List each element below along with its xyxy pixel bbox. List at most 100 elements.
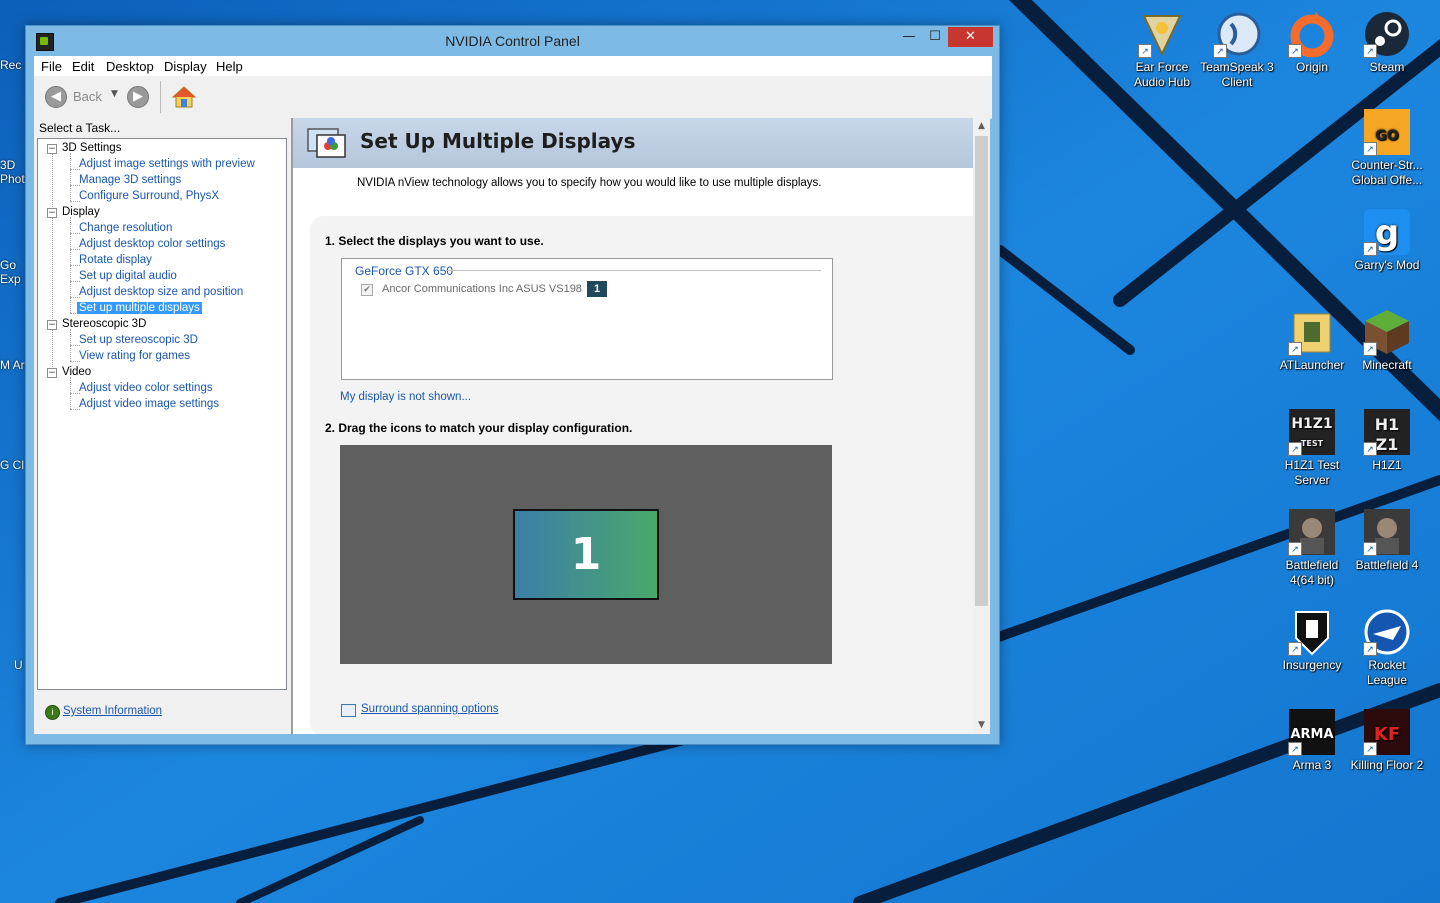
tree-category-display[interactable]: Display	[62, 206, 100, 218]
desktop-icon-gmod[interactable]: g ↗ Garry's Mod	[1350, 208, 1424, 273]
desktop-icon-label: Battlefield 4(64 bit)	[1285, 558, 1339, 587]
display-checkbox[interactable]: ✔	[361, 284, 373, 296]
collapse-icon[interactable]: −	[47, 144, 57, 154]
close-button[interactable]: ✕	[948, 27, 993, 47]
tree-item-video-color[interactable]: Adjust video color settings	[79, 382, 213, 394]
title-bar[interactable]: NVIDIA Control Panel — ☐ ✕	[26, 26, 999, 56]
task-pane: Select a Task... − 3D Settings Adjust im…	[34, 118, 291, 734]
window-title: NVIDIA Control Panel	[445, 33, 580, 49]
desktop-icon-killing-floor[interactable]: KF ↗ Killing Floor 2	[1350, 708, 1424, 773]
rocket-league-icon: ↗	[1363, 608, 1411, 656]
nvidia-info-icon: i	[45, 705, 60, 720]
killing-floor-2-icon: KF ↗	[1363, 708, 1411, 756]
tree-item-view-rating[interactable]: View rating for games	[79, 350, 190, 362]
tree-item-adjust-desktop-color[interactable]: Adjust desktop color settings	[79, 238, 225, 250]
collapse-icon[interactable]: −	[47, 368, 57, 378]
vertical-scrollbar[interactable]: ▲ ▼	[973, 118, 990, 734]
svg-text:KF: KF	[1374, 724, 1400, 745]
gpu-name: GeForce GTX 650	[355, 264, 454, 278]
menu-file[interactable]: File	[41, 59, 62, 74]
menu-desktop[interactable]: Desktop	[106, 59, 154, 74]
edge-label: G Cl	[0, 458, 24, 472]
scroll-down-arrow-icon[interactable]: ▼	[973, 717, 990, 734]
desktop-icon-bf4[interactable]: ↗ Battlefield 4	[1350, 508, 1424, 573]
back-history-dropdown-icon[interactable]: ▼	[111, 89, 118, 99]
arma-3-icon: ARMA ↗	[1288, 708, 1336, 756]
desktop-icon-insurgency[interactable]: ↗ Insurgency	[1275, 608, 1349, 673]
home-icon[interactable]	[171, 84, 197, 110]
garrys-mod-icon: g ↗	[1363, 208, 1411, 256]
system-information-link[interactable]: System Information	[63, 705, 162, 717]
desktop-icon-label: Ear Force Audio Hub	[1133, 60, 1191, 89]
h1z1-icon: H1 Z1 ↗	[1363, 408, 1411, 456]
page-title: Set Up Multiple Displays	[360, 129, 636, 153]
tree-category-3d-settings[interactable]: 3D Settings	[62, 142, 121, 154]
tree-category-stereoscopic-3d[interactable]: Stereoscopic 3D	[62, 318, 146, 330]
menu-edit[interactable]: Edit	[72, 59, 94, 74]
tree-item-change-resolution[interactable]: Change resolution	[79, 222, 172, 234]
desktop-icon-label: Counter-Str... Global Offe...	[1351, 158, 1423, 187]
edge-label: U	[14, 658, 23, 672]
desktop-icon-teamspeak[interactable]: ↗ TeamSpeak 3 Client	[1200, 10, 1274, 90]
nvidia-control-panel-window: NVIDIA Control Panel — ☐ ✕ File Edit Des…	[25, 25, 1000, 745]
desktop-icon-ear-force[interactable]: ↗ Ear Force Audio Hub	[1125, 10, 1199, 90]
desktop-icon-label: H1Z1	[1372, 458, 1402, 472]
steam-icon: ↗	[1363, 10, 1411, 58]
insurgency-icon: ↗	[1288, 608, 1336, 656]
tree-item-adjust-image-settings[interactable]: Adjust image settings with preview	[79, 158, 255, 170]
desktop-icon-rocket-league[interactable]: ↗ Rocket League	[1350, 608, 1424, 688]
desktop-icon-steam[interactable]: ↗ Steam	[1350, 10, 1424, 75]
display-arrangement-area[interactable]: 1	[340, 445, 832, 664]
desktop-icon-csgo[interactable]: GO ↗ Counter-Str... Global Offe...	[1350, 108, 1424, 188]
desktop-icon-bf4-64[interactable]: ↗ Battlefield 4(64 bit)	[1275, 508, 1349, 588]
desktop-icon-label: Origin	[1295, 60, 1328, 74]
desktop-icon-label: H1Z1 Test Server	[1284, 458, 1340, 487]
display-name[interactable]: Ancor Communications Inc ASUS VS198	[382, 283, 582, 295]
ear-force-icon: ↗	[1138, 10, 1186, 58]
collapse-icon[interactable]: −	[47, 208, 57, 218]
back-button-label[interactable]: Back	[73, 89, 102, 104]
desktop-icon-label: Killing Floor 2	[1350, 758, 1424, 772]
desktop-icon-minecraft[interactable]: ↗ Minecraft	[1350, 308, 1424, 373]
scroll-up-arrow-icon[interactable]: ▲	[973, 118, 990, 135]
desktop-icon-h1z1[interactable]: H1 Z1 ↗ H1Z1	[1350, 408, 1424, 473]
menu-help[interactable]: Help	[216, 59, 243, 74]
battlefield-4-64-icon: ↗	[1288, 508, 1336, 556]
desktop-icon-arma3[interactable]: ARMA ↗ Arma 3	[1275, 708, 1349, 773]
menu-display[interactable]: Display	[164, 59, 207, 74]
desktop-icon-origin[interactable]: ↗ Origin	[1275, 10, 1349, 75]
monitor-tile[interactable]: 1	[513, 509, 659, 600]
svg-text:H1Z1: H1Z1	[1291, 416, 1332, 432]
scroll-thumb[interactable]	[975, 136, 988, 606]
tree-item-setup-stereoscopic[interactable]: Set up stereoscopic 3D	[79, 334, 198, 346]
edge-label: M Ar	[0, 358, 25, 372]
tree-item-multiple-displays[interactable]: Set up multiple displays	[77, 302, 202, 314]
desktop-icon-atlauncher[interactable]: ↗ ATLauncher	[1275, 308, 1349, 373]
maximize-button[interactable]: ☐	[922, 27, 948, 47]
tree-category-video[interactable]: Video	[62, 366, 91, 378]
tree-item-configure-surround[interactable]: Configure Surround, PhysX	[79, 190, 219, 202]
back-arrow-icon[interactable]: ◀	[45, 86, 67, 108]
tree-item-desktop-size-position[interactable]: Adjust desktop size and position	[79, 286, 243, 298]
collapse-icon[interactable]: −	[47, 320, 57, 330]
forward-arrow-icon[interactable]: ▶	[127, 86, 149, 108]
csgo-icon: GO ↗	[1363, 108, 1411, 156]
desktop-icon-h1z1-test[interactable]: H1Z1 TEST ↗ H1Z1 Test Server	[1275, 408, 1349, 488]
desktop-icon-label: Insurgency	[1282, 658, 1342, 672]
tree-item-video-image[interactable]: Adjust video image settings	[79, 398, 219, 410]
svg-text:H1: H1	[1375, 415, 1400, 434]
minecraft-icon: ↗	[1363, 308, 1411, 356]
minimize-button[interactable]: —	[896, 27, 922, 47]
origin-icon: ↗	[1288, 10, 1336, 58]
desktop-icon-label: Arma 3	[1292, 758, 1332, 772]
tree-item-rotate-display[interactable]: Rotate display	[79, 254, 152, 266]
surround-spanning-link[interactable]: Surround spanning options	[361, 703, 498, 715]
svg-text:Z1: Z1	[1376, 435, 1399, 454]
edge-label: Rec	[0, 58, 22, 72]
surround-icon	[341, 704, 356, 717]
desktop-icon-label: Battlefield 4	[1355, 558, 1419, 572]
display-not-shown-link[interactable]: My display is not shown...	[340, 391, 471, 403]
tree-item-manage-3d-settings[interactable]: Manage 3D settings	[79, 174, 181, 186]
page-description: NVIDIA nView technology allows you to sp…	[357, 177, 822, 189]
tree-item-digital-audio[interactable]: Set up digital audio	[79, 270, 177, 282]
